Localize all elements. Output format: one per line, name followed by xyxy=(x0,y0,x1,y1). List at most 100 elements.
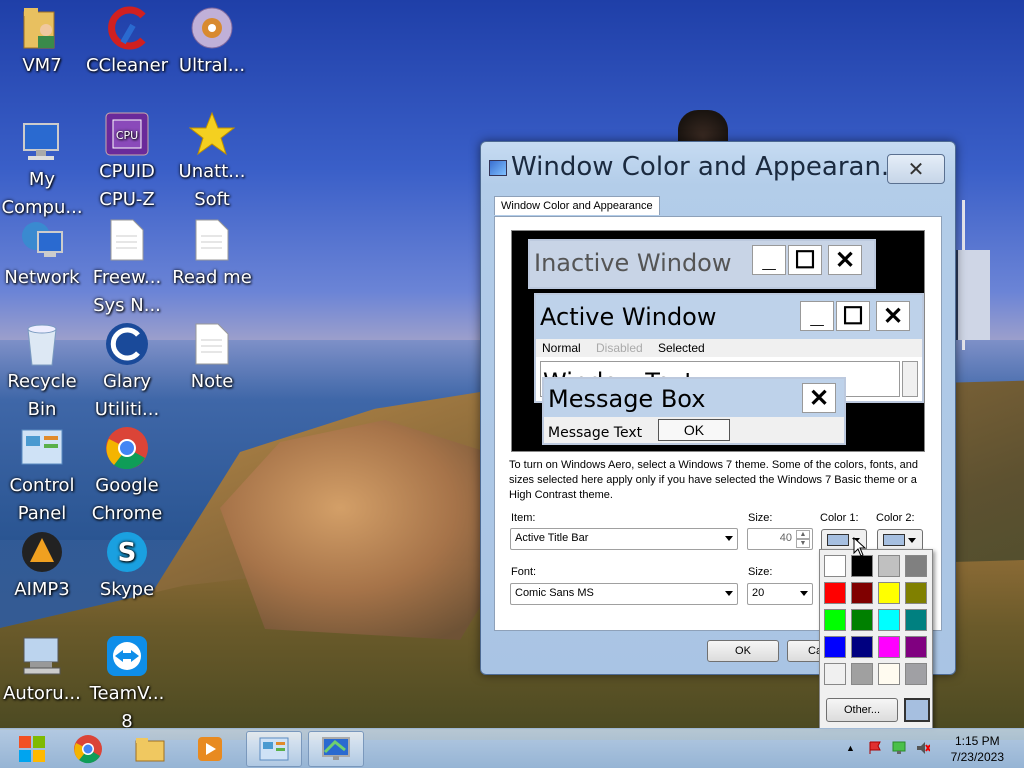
document-icon xyxy=(188,216,236,264)
desktop-icon-teamviewer[interactable]: TeamV... 8 xyxy=(85,632,169,736)
color-swatch[interactable] xyxy=(878,636,900,658)
color-swatch[interactable] xyxy=(824,663,846,685)
ccleaner-icon xyxy=(103,4,151,52)
color-swatch[interactable] xyxy=(851,663,873,685)
color-swatch[interactable] xyxy=(824,582,846,604)
spin-up-icon[interactable]: ▲ xyxy=(796,530,810,539)
desktop-icon-unattended-soft[interactable]: Unatt... Soft xyxy=(170,110,254,214)
color-swatch[interactable] xyxy=(905,555,927,577)
taskbar: ▲ 1:15 PM 7/23/2023 xyxy=(0,728,1024,768)
desktop-icon-google-chrome[interactable]: Google Chrome xyxy=(85,424,169,528)
teamviewer-icon xyxy=(103,632,151,680)
item-select[interactable]: Active Title Bar xyxy=(510,528,738,550)
dialog-title: Window Color and Appearan... xyxy=(511,152,906,182)
color-swatch[interactable] xyxy=(824,636,846,658)
color-swatch[interactable] xyxy=(851,609,873,631)
preview-minimize-icon: _ xyxy=(800,301,834,331)
font-size-select[interactable]: 20 xyxy=(747,583,813,605)
desktop-icon-my-computer[interactable]: My Compu... xyxy=(0,118,84,222)
appearance-preview[interactable]: Inactive Window _ ☐ ✕ Active Window _ ☐ … xyxy=(511,230,925,452)
show-hidden-icons-icon[interactable]: ▲ xyxy=(846,743,855,753)
desktop-icon-ccleaner[interactable]: CCleaner xyxy=(85,4,169,80)
taskbar-chrome[interactable] xyxy=(60,731,116,767)
aero-description: To turn on Windows Aero, select a Window… xyxy=(509,459,919,501)
color-swatch[interactable] xyxy=(905,582,927,604)
start-button[interactable] xyxy=(4,731,60,767)
explorer-folder-icon xyxy=(135,738,165,762)
desktop-icon-note[interactable]: Note xyxy=(170,320,254,396)
color2-button[interactable] xyxy=(877,529,923,551)
color-swatch[interactable] xyxy=(851,555,873,577)
current-color-swatch xyxy=(904,698,930,722)
recycle-bin-icon xyxy=(18,320,66,368)
preview-menubar: Normal Disabled Selected xyxy=(536,339,922,357)
preview-maximize-icon: ☐ xyxy=(836,301,870,331)
network-icon xyxy=(18,216,66,264)
taskbar-control-panel[interactable] xyxy=(246,731,302,767)
computer-icon xyxy=(18,118,66,166)
color-swatch[interactable] xyxy=(851,582,873,604)
color1-swatch xyxy=(827,534,849,546)
dialog-close-button[interactable]: ✕ xyxy=(887,154,945,184)
desktop-icon-read-me[interactable]: Read me xyxy=(170,216,254,292)
user-folder-icon xyxy=(18,4,66,52)
spin-down-icon[interactable]: ▼ xyxy=(796,539,810,548)
wallpaper-lighthouse xyxy=(678,110,728,144)
dialog-app-icon xyxy=(489,160,507,176)
preview-scrollbar xyxy=(902,361,918,397)
desktop-icon-cpuz[interactable]: CPU CPUID CPU-Z xyxy=(85,110,169,214)
media-player-icon xyxy=(198,737,222,761)
control-panel-icon xyxy=(18,424,66,472)
color-swatch[interactable] xyxy=(878,609,900,631)
desktop-icon-ultraiso[interactable]: UltraI... xyxy=(170,4,254,80)
other-color-button[interactable]: Other... xyxy=(826,698,898,722)
chrome-icon xyxy=(103,424,151,472)
desktop-icon-control-panel[interactable]: Control Panel xyxy=(0,424,84,528)
taskbar-explorer[interactable] xyxy=(122,731,178,767)
color-swatch[interactable] xyxy=(905,663,927,685)
system-clock[interactable]: 1:15 PM 7/23/2023 xyxy=(951,733,1004,765)
chevron-down-icon xyxy=(725,591,733,596)
color-picker-popup: Other... xyxy=(819,549,933,729)
cpuz-icon: CPU xyxy=(103,110,151,158)
mouse-cursor-icon xyxy=(853,537,867,557)
volume-muted-icon[interactable] xyxy=(916,741,930,755)
close-icon: ✕ xyxy=(907,158,925,181)
svg-text:CPU: CPU xyxy=(116,129,138,142)
color-swatch[interactable] xyxy=(824,609,846,631)
color-swatch[interactable] xyxy=(824,555,846,577)
taskbar-media-player[interactable] xyxy=(182,731,238,767)
document-icon xyxy=(188,320,236,368)
desktop-icon-aimp3[interactable]: AIMP3 xyxy=(0,528,84,604)
tab-window-color-appearance[interactable]: Window Color and Appearance xyxy=(494,196,660,215)
network-tray-icon[interactable] xyxy=(892,741,906,755)
desktop-icon-autoruns[interactable]: Autoru... xyxy=(0,632,84,708)
ok-button[interactable]: OK xyxy=(707,640,779,662)
chevron-down-icon xyxy=(800,591,808,596)
color-swatch[interactable] xyxy=(878,663,900,685)
preview-close-icon: ✕ xyxy=(876,301,910,331)
desktop-icon-recycle-bin[interactable]: Recycle Bin xyxy=(0,320,84,424)
chrome-icon xyxy=(74,735,102,764)
wallpaper-house xyxy=(955,250,990,340)
glary-icon xyxy=(103,320,151,368)
desktop-icon-glary-utilities[interactable]: Glary Utiliti... xyxy=(85,320,169,424)
disc-icon xyxy=(188,4,236,52)
preview-close-icon: ✕ xyxy=(828,245,862,275)
color-swatch[interactable] xyxy=(905,636,927,658)
color-swatch[interactable] xyxy=(878,582,900,604)
desktop-icon-freeware-sys[interactable]: Freew... Sys N... xyxy=(85,216,169,320)
skype-icon: S xyxy=(103,528,151,576)
desktop-icon-skype[interactable]: S Skype xyxy=(85,528,169,604)
action-center-flag-icon[interactable] xyxy=(868,741,882,755)
font-select[interactable]: Comic Sans MS xyxy=(510,583,738,605)
item-size-spinner[interactable]: 40 ▲ ▼ xyxy=(747,528,813,550)
color-swatch[interactable] xyxy=(905,609,927,631)
svg-text:S: S xyxy=(118,538,137,568)
color-swatch[interactable] xyxy=(851,636,873,658)
desktop-icon-vm7[interactable]: VM7 xyxy=(0,4,84,80)
taskbar-display-settings[interactable] xyxy=(308,731,364,767)
preview-message-box: Message Box ✕ Message Text OK xyxy=(542,377,846,445)
color-swatch[interactable] xyxy=(878,555,900,577)
desktop-icon-network[interactable]: Network xyxy=(0,216,84,292)
